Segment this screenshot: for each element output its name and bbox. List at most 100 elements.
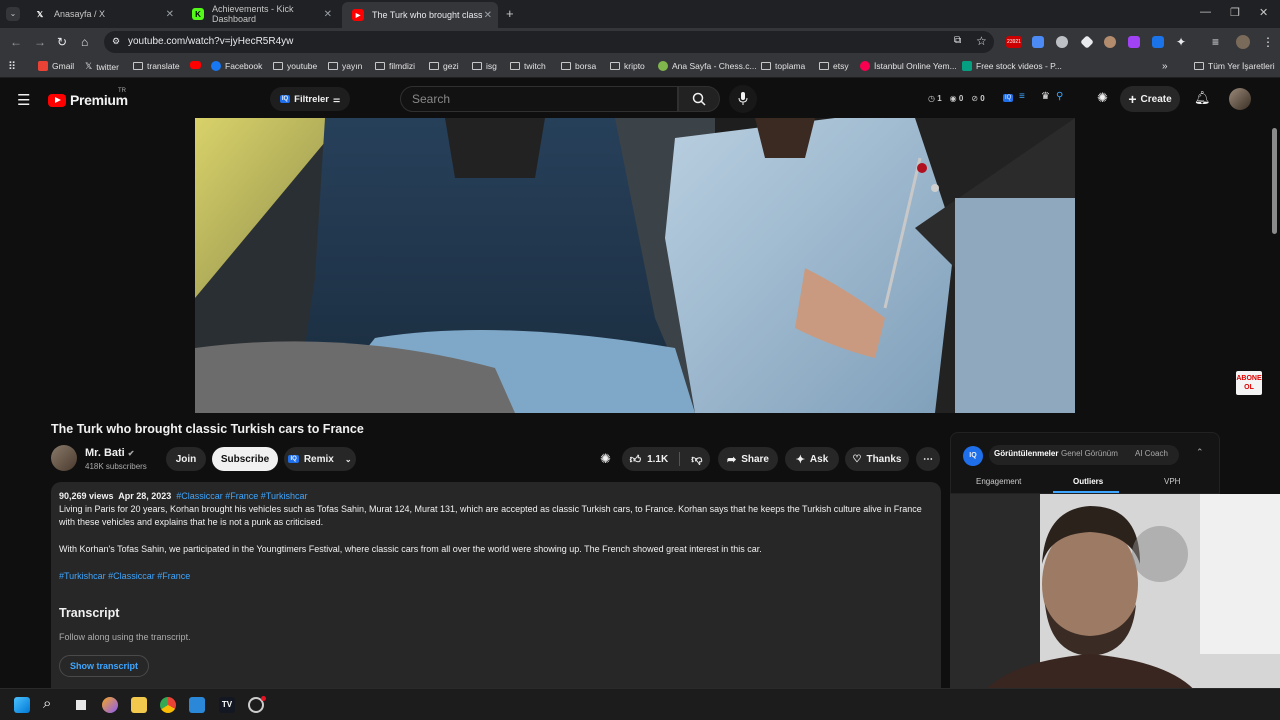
trophy-icon[interactable]: ♛ (1041, 91, 1050, 102)
file-explorer-icon[interactable] (131, 697, 147, 713)
extension-blue-icon[interactable] (1152, 36, 1164, 48)
tab-ai-coach[interactable]: AI Coach (1135, 449, 1168, 458)
ask-button[interactable]: ✦ Ask (785, 447, 839, 471)
pin-icon[interactable]: ⚲ (1056, 91, 1063, 102)
apps-grid-icon[interactable]: ⠿ (8, 60, 16, 73)
home-icon[interactable]: ⌂ (81, 35, 88, 49)
bookmark-borsa[interactable]: borsa (561, 61, 596, 71)
subscribe-button[interactable]: Subscribe (212, 447, 278, 471)
bookmark-star-icon[interactable]: ☆ (976, 34, 987, 48)
like-button[interactable]: 👍︎ 1.1K (630, 453, 669, 466)
bookmark-twitch[interactable]: twitch (510, 61, 546, 71)
minimize-icon[interactable]: — (1200, 6, 1211, 18)
description-box[interactable]: 90,269 views Apr 28, 2023 #Classiccar #F… (51, 482, 941, 688)
task-view-icon[interactable] (73, 697, 89, 713)
search-button[interactable] (678, 86, 720, 112)
bookmark-youtube[interactable]: youtube (273, 61, 317, 71)
bookmark-yayin[interactable]: yayın (328, 61, 362, 71)
extension-badge-icon[interactable]: 23921 (1006, 36, 1022, 48)
close-window-icon[interactable]: ✕ (1259, 6, 1268, 19)
tab-kick[interactable]: K Achievements - Kick Dashboard ✕ (182, 4, 338, 24)
bookmark-filmdizi[interactable]: filmdizi (375, 61, 415, 71)
tab-youtube[interactable]: ▶ The Turk who brought classic T ✕ (342, 2, 498, 28)
close-icon[interactable]: ✕ (324, 9, 332, 20)
profile-avatar-icon[interactable] (1236, 35, 1250, 49)
share-button[interactable]: ➦ Share (718, 447, 778, 471)
dislike-button[interactable]: 👎︎ (691, 453, 702, 466)
windows-start-icon[interactable] (14, 697, 30, 713)
tab-vph[interactable]: VPH (1164, 477, 1180, 486)
channel-name[interactable]: Mr. Bati ✔ (85, 447, 135, 459)
bookmark-isg[interactable]: isg (472, 61, 497, 71)
tab-outliers[interactable]: Outliers (1073, 477, 1103, 486)
chrome-icon[interactable] (160, 697, 176, 713)
copilot-icon[interactable] (102, 697, 118, 713)
bookmark-twitter[interactable]: 𝕏twitter (85, 61, 119, 72)
join-button[interactable]: Join (166, 447, 206, 471)
install-icon[interactable]: ⧉ (954, 35, 961, 46)
extension-cookie-icon[interactable] (1104, 36, 1116, 48)
channel-avatar[interactable] (51, 445, 77, 471)
video-player[interactable] (195, 118, 1075, 413)
new-tab-button[interactable]: + (506, 6, 514, 21)
bookmark-toplama[interactable]: toplama (761, 61, 805, 71)
vidiq-iq-icon[interactable]: IQ (1003, 94, 1014, 102)
create-button[interactable]: + Create (1120, 86, 1180, 112)
tab-search-button[interactable]: ⌄ (6, 7, 20, 21)
tab-goruntulenmeler[interactable]: Görüntülenmeler (994, 449, 1058, 458)
bookmark-kripto[interactable]: kripto (610, 61, 645, 71)
all-bookmarks[interactable]: Tüm Yer İşaretleri (1194, 61, 1275, 71)
extension-circle-icon[interactable] (1056, 36, 1068, 48)
tab-genel-gorunum[interactable]: Genel Görünüm (1061, 449, 1118, 458)
subscribe-overlay-badge[interactable]: ABONE OL (1236, 371, 1262, 395)
vidiq-logo-icon[interactable]: ✺ (1097, 90, 1108, 106)
filters-button[interactable]: IQ Filtreler ⚌ (270, 87, 350, 111)
reload-icon[interactable]: ↻ (57, 35, 67, 49)
search-icon[interactable]: ⌕ (43, 695, 51, 712)
site-info-icon[interactable]: ⚙ (112, 36, 120, 47)
bookmark-yemeksepeti[interactable]: İstanbul Online Yem... (860, 61, 957, 71)
address-bar[interactable]: ⚙ youtube.com/watch?v=jyHecR5R4yw ⧉ ☆ (104, 31, 994, 53)
extensions-puzzle-icon[interactable]: ✦ (1176, 35, 1186, 49)
bookmark-youtube-icon-only[interactable] (190, 61, 201, 69)
bookmark-facebook[interactable]: Facebook (211, 61, 262, 71)
notifications-bell-icon[interactable]: 🔔︎ (1194, 90, 1211, 106)
close-icon[interactable]: ✕ (166, 9, 174, 20)
extension-purple-icon[interactable] (1128, 36, 1140, 48)
forward-icon[interactable]: → (34, 35, 46, 49)
collapse-chevron-icon[interactable]: ⌃ (1196, 447, 1204, 458)
bookmark-gmail[interactable]: Gmail (38, 61, 74, 71)
back-icon[interactable]: ← (10, 35, 22, 49)
close-icon[interactable]: ✕ (484, 10, 492, 21)
vidiq-bars-icon[interactable]: ≡ (1019, 91, 1025, 102)
bookmark-gezi[interactable]: gezi (429, 61, 459, 71)
remix-button[interactable]: IQ Remix ⌄ (284, 447, 356, 471)
restore-icon[interactable]: ❐ (1230, 6, 1240, 19)
tab-engagement[interactable]: Engagement (976, 477, 1021, 486)
browser-menu-icon[interactable]: ⋮ (1262, 35, 1274, 49)
reading-list-icon[interactable]: ≡ (1212, 35, 1219, 49)
extension-translate-icon[interactable] (1032, 36, 1044, 48)
youtube-premium-logo[interactable]: Premium TR (48, 88, 128, 108)
vidiq-boost-icon[interactable]: ✺ (600, 451, 611, 467)
more-actions-button[interactable]: ⋯ (916, 447, 940, 471)
tradingview-icon[interactable]: TV (219, 697, 235, 713)
description-hashtags[interactable]: #Turkishcar #Classiccar #France (59, 570, 929, 583)
hamburger-menu-icon[interactable]: ☰ (17, 91, 30, 109)
account-avatar[interactable] (1229, 88, 1251, 110)
filters-label: Filtreler (294, 93, 330, 105)
show-transcript-button[interactable]: Show transcript (59, 655, 150, 677)
tab-twitter[interactable]: 𝕏 Anasayfa / X ✕ (24, 4, 180, 24)
search-input[interactable] (401, 87, 677, 111)
thanks-button[interactable]: ♡ Thanks (845, 447, 909, 471)
extension-diamond-icon[interactable] (1080, 35, 1094, 49)
voice-search-button[interactable] (729, 85, 757, 113)
top-hashtags[interactable]: #Classiccar #France #Turkishcar (176, 491, 307, 501)
bookmark-translate[interactable]: translate (133, 61, 180, 71)
bookmark-etsy[interactable]: etsy (819, 61, 849, 71)
page-scrollbar[interactable] (1272, 128, 1277, 234)
bookmark-chess[interactable]: Ana Sayfa - Chess.c... (658, 61, 757, 71)
bookmark-pexels[interactable]: Free stock videos - P... (962, 61, 1062, 71)
bookmarks-overflow-icon[interactable]: » (1162, 61, 1168, 72)
app-blue-icon[interactable] (189, 697, 205, 713)
